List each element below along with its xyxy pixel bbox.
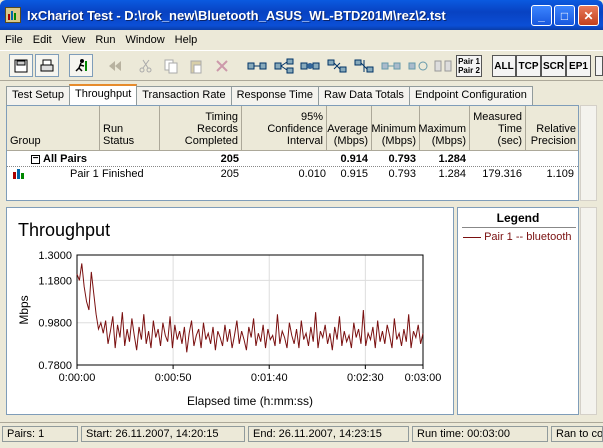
- maximize-button[interactable]: □: [554, 5, 575, 26]
- toolbar-overflow[interactable]: [595, 56, 603, 76]
- plot-frame: [76, 254, 424, 366]
- legend-title: Legend: [496, 211, 540, 225]
- x-tick-label: 0:00:00: [59, 372, 96, 384]
- pair-select-label-1: Pair 1: [458, 57, 480, 66]
- series-line-pair1: [76, 263, 424, 353]
- close-button[interactable]: ✕: [578, 5, 599, 26]
- filter-all-button[interactable]: ALL: [492, 55, 516, 77]
- minimize-button[interactable]: _: [531, 5, 552, 26]
- filter-ep1-button[interactable]: EP1: [566, 55, 591, 77]
- status-start: Start: 26.11.2007, 14:20:15: [81, 426, 245, 442]
- pair-select-label-2: Pair 2: [458, 66, 480, 75]
- status-end: End: 26.11.2007, 14:23:15: [248, 426, 409, 442]
- x-axis-label: Elapsed time (h:mm:ss): [187, 394, 313, 408]
- y-tick-label: 0.7800: [38, 360, 72, 372]
- x-tick-label: 0:01:40: [251, 372, 288, 384]
- legend-divider: [462, 227, 576, 228]
- legend-item-pair1[interactable]: Pair 1 -- bluetooth: [463, 231, 572, 243]
- x-tick-label: 0:02:30: [347, 372, 384, 384]
- status-run-time: Run time: 00:03:00: [412, 426, 548, 442]
- measured-time-value: 179.316: [482, 168, 522, 180]
- filter-tcp-button[interactable]: TCP: [516, 55, 541, 77]
- y-tick-label: 1.3000: [38, 250, 72, 262]
- col-relative-precision[interactable]: Relative Precision: [526, 106, 578, 151]
- col-measured-time[interactable]: Measured Time (sec): [470, 106, 526, 151]
- x-tick-label: 0:03:00: [405, 372, 442, 384]
- y-tick-label: 0.9800: [38, 318, 72, 330]
- grid-scrollbar[interactable]: [580, 105, 597, 201]
- legend-item-label: Pair 1 -- bluetooth: [484, 231, 572, 243]
- y-axis-label: Mbps: [17, 295, 31, 324]
- legend-swatch: [463, 236, 481, 238]
- legend-scrollbar[interactable]: [580, 207, 597, 415]
- x-tick-label: 0:00:50: [155, 372, 192, 384]
- throughput-chart[interactable]: 1.3000 1.1800 0.9800 0.78000:00:00 0:00:50 0:…: [0, 0, 460, 415]
- precision-value: 1.109: [546, 168, 574, 180]
- y-tick-label: 1.1800: [38, 275, 72, 287]
- filter-scr-button[interactable]: SCR: [541, 55, 566, 77]
- status-pairs: Pairs: 1: [2, 426, 78, 442]
- status-completion: Ran to co: [551, 426, 603, 442]
